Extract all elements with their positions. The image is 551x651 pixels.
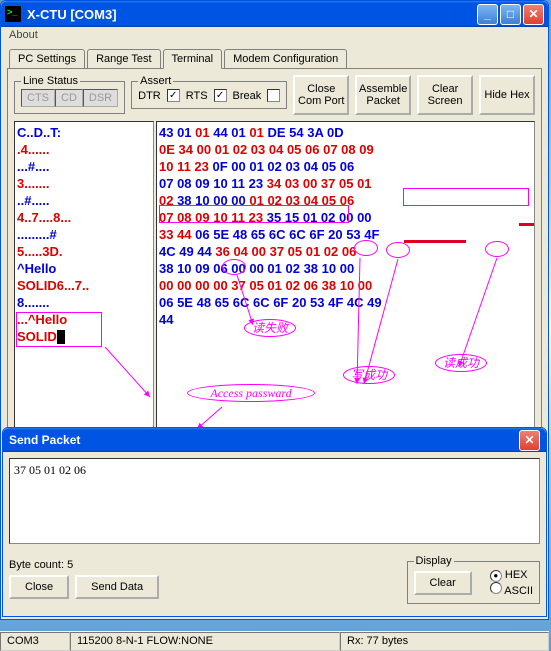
annotation-rect — [403, 188, 529, 206]
tabs-row: PC Settings Range Test Terminal Modem Co… — [1, 47, 548, 68]
tab-modem-config[interactable]: Modem Configuration — [224, 49, 347, 68]
annotation-rect — [159, 205, 349, 223]
annotation-oval — [386, 242, 410, 258]
menu-about[interactable]: About — [9, 29, 38, 41]
status-config: 115200 8-N-1 FLOW:NONE — [70, 632, 340, 651]
cd-indicator: CD — [55, 89, 83, 107]
annotation-read-fail: 读失败 — [244, 319, 296, 337]
status-port: COM3 — [0, 632, 70, 651]
byte-count-label: Byte count: 5 — [9, 559, 153, 571]
rts-checkbox[interactable]: ✓ — [214, 89, 227, 102]
annotation-oval — [222, 259, 246, 275]
ascii-radio[interactable] — [490, 582, 502, 594]
status-rx: Rx: 77 bytes — [340, 632, 549, 651]
annotation-underline — [404, 240, 466, 243]
hide-hex-button[interactable]: Hide Hex — [479, 75, 535, 115]
break-checkbox[interactable] — [267, 89, 280, 102]
annotation-read-ok: 读成功 — [435, 354, 487, 372]
close-comport-button[interactable]: Close Com Port — [293, 75, 349, 115]
sp-close-button[interactable]: Close — [9, 575, 69, 599]
minimize-button[interactable]: _ — [477, 4, 498, 25]
clear-screen-button[interactable]: Clear Screen — [417, 75, 473, 115]
send-packet-close-button[interactable]: ✕ — [519, 430, 540, 451]
annotation-write-ok: 写成功 — [343, 366, 395, 384]
line-status-group: Line Status CTS CD DSR — [14, 75, 125, 114]
titlebar[interactable]: X-CTU [COM3] _ □ ✕ — [1, 1, 548, 27]
clear-packet-button[interactable]: Clear — [414, 571, 472, 595]
send-data-button[interactable]: Send Data — [75, 575, 159, 599]
statusbar: COM3 115200 8-N-1 FLOW:NONE Rx: 77 bytes — [0, 631, 549, 651]
menubar: About — [1, 27, 548, 47]
assemble-packet-button[interactable]: Assemble Packet — [355, 75, 411, 115]
hex-radio[interactable]: ● — [490, 570, 502, 582]
dtr-checkbox[interactable]: ✓ — [167, 89, 180, 102]
packet-text-input[interactable] — [9, 458, 540, 544]
terminal-hex-pane[interactable]: 43 01 01 44 01 01 DE 54 3A 0D0E 34 00 01… — [156, 121, 535, 436]
annotation-underline — [519, 223, 535, 226]
window-title: X-CTU [COM3] — [27, 7, 117, 22]
annotation-access-pwd: Access passward — [187, 384, 315, 402]
send-packet-window[interactable]: Send Packet ✕ Byte count: 5 Close Send D… — [2, 427, 547, 617]
app-icon — [5, 6, 21, 22]
annotation-oval — [354, 240, 378, 256]
terminal-ascii-pane[interactable]: C..D..T:.4.........#....3.........#.....… — [14, 121, 154, 436]
cts-indicator: CTS — [21, 89, 55, 107]
close-window-button[interactable]: ✕ — [523, 4, 544, 25]
display-group: Display Clear ● HEX ASCII — [407, 555, 540, 604]
send-packet-titlebar[interactable]: Send Packet ✕ — [3, 428, 546, 452]
assert-group: Assert DTR ✓ RTS ✓ Break — [131, 75, 287, 109]
tab-pc-settings[interactable]: PC Settings — [9, 49, 85, 68]
tab-terminal[interactable]: Terminal — [163, 49, 223, 69]
maximize-button[interactable]: □ — [500, 4, 521, 25]
annotation-oval — [485, 241, 509, 257]
tab-range-test[interactable]: Range Test — [87, 49, 160, 68]
dsr-indicator: DSR — [83, 89, 118, 107]
